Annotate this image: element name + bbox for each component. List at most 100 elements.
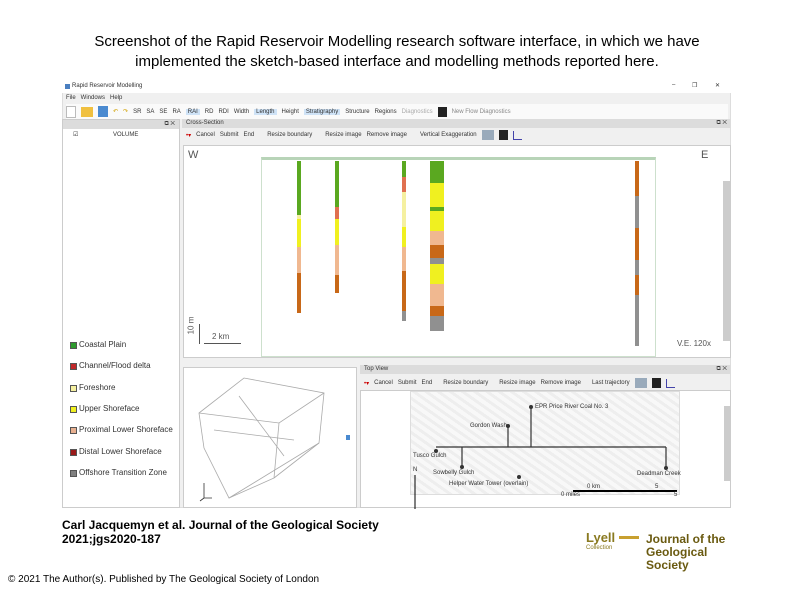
undo-icon[interactable]: ↶ bbox=[113, 108, 118, 115]
facies-interval bbox=[402, 271, 406, 311]
tool-stratigraphy[interactable]: Stratigraphy bbox=[303, 108, 341, 115]
redo-icon[interactable]: ↷ bbox=[123, 108, 128, 115]
well-log[interactable] bbox=[335, 161, 339, 293]
title-bar: Rapid Reservoir Modelling – ❐ ✕ bbox=[62, 80, 731, 93]
tool-new-flow-diagnostics[interactable]: New Flow Diagnostics bbox=[452, 109, 511, 115]
tool-width[interactable]: Width bbox=[234, 109, 249, 115]
map-label-tusco-gulch: Tusco Gulch bbox=[413, 453, 447, 459]
minimize-button[interactable]: – bbox=[672, 82, 675, 88]
end-button[interactable]: End bbox=[422, 380, 433, 386]
tool-sr[interactable]: SR bbox=[133, 109, 141, 115]
vertical-scale-label: 10 m bbox=[186, 316, 196, 335]
save-icon[interactable] bbox=[98, 106, 108, 117]
tool-rai[interactable]: RAI bbox=[185, 108, 200, 115]
section-frame bbox=[261, 157, 656, 357]
submit-button[interactable]: Submit bbox=[398, 380, 417, 386]
menu-file[interactable]: File bbox=[66, 95, 76, 101]
image-icon[interactable] bbox=[634, 378, 647, 388]
facies-interval bbox=[635, 196, 639, 228]
caption-line-2: implemented the sketch-based interface a… bbox=[135, 53, 659, 70]
legend-swatch bbox=[70, 427, 77, 434]
facies-interval bbox=[402, 161, 406, 177]
axes-icon[interactable] bbox=[665, 378, 675, 388]
well-log[interactable] bbox=[430, 161, 444, 331]
scroll-handle[interactable] bbox=[346, 435, 350, 440]
well-log[interactable] bbox=[297, 161, 301, 313]
menu-windows[interactable]: Windows bbox=[81, 95, 105, 101]
scale-miles-end: 5 bbox=[674, 492, 678, 498]
facies-interval bbox=[297, 219, 301, 247]
restore-button[interactable]: ❐ bbox=[692, 82, 697, 89]
last-trajectory-button[interactable]: Last trajectory bbox=[592, 380, 630, 386]
legend-swatch bbox=[70, 470, 77, 477]
app-icon bbox=[65, 84, 70, 89]
volume-box-3d bbox=[198, 377, 350, 502]
facies-interval bbox=[635, 228, 639, 260]
cross-section-canvas[interactable]: W E 10 m 2 km V.E. 120x bbox=[183, 145, 731, 358]
camera-icon[interactable] bbox=[498, 130, 508, 140]
end-button[interactable]: End bbox=[244, 132, 255, 138]
cancel-button[interactable]: Cancel bbox=[374, 380, 393, 386]
tool-regions[interactable]: Regions bbox=[375, 109, 397, 115]
tool-diagnostics[interactable]: Diagnostics bbox=[402, 109, 433, 115]
legend-swatch bbox=[70, 449, 77, 456]
legend-label: Distal Lower Shoreface bbox=[79, 447, 162, 456]
legend-item: Foreshore bbox=[70, 383, 175, 393]
remove-image-button[interactable]: Remove image bbox=[367, 132, 407, 138]
tool-structure[interactable]: Structure bbox=[345, 109, 369, 115]
tool-sa[interactable]: SA bbox=[146, 109, 154, 115]
tool-se[interactable]: SE bbox=[159, 109, 167, 115]
cross-section-header: Cross-Section ⧉ ✕ bbox=[182, 119, 731, 128]
cancel-button[interactable]: Cancel bbox=[196, 132, 215, 138]
horizontal-scale-label: 2 km bbox=[212, 332, 230, 341]
facies-interval bbox=[430, 264, 444, 284]
well-log[interactable] bbox=[635, 161, 639, 346]
vertical-exaggeration-button[interactable]: Vertical Exaggeration bbox=[420, 132, 477, 138]
panel-controls[interactable]: ⧉ ✕ bbox=[716, 119, 731, 128]
main-toolbar: ↶ ↷ SR SA SE RA RAI RD RDI Width Length … bbox=[66, 104, 728, 119]
west-label: W bbox=[188, 149, 199, 161]
cross-section-toolbar: •▾ Cancel Submit End Resize boundary Res… bbox=[186, 130, 522, 140]
submit-button[interactable]: Submit bbox=[220, 132, 239, 138]
tool-rd[interactable]: RD bbox=[205, 109, 214, 115]
vertical-scrollbar[interactable] bbox=[724, 406, 730, 481]
facies-interval bbox=[430, 284, 444, 306]
map-label-helper: Helper Water Tower (overlain) bbox=[449, 481, 529, 487]
map-label-sowbelly-gulch: Sowbelly Gulch bbox=[433, 470, 475, 476]
cross-section-title: Cross-Section bbox=[186, 120, 224, 126]
legend-item: Channel/Flood delta bbox=[70, 361, 175, 371]
camera-icon[interactable] bbox=[437, 106, 447, 117]
tool-height[interactable]: Height bbox=[282, 109, 299, 115]
well-log[interactable] bbox=[402, 161, 406, 321]
top-view-canvas[interactable]: EPR Price River Coal No. 3 Gordon Wash T… bbox=[360, 390, 731, 509]
facies-interval bbox=[335, 275, 339, 293]
resize-boundary-button[interactable]: Resize boundary bbox=[267, 132, 312, 138]
resize-image-button[interactable]: Resize image bbox=[499, 380, 535, 386]
panel-controls[interactable]: ⧉ ✕ bbox=[716, 365, 731, 374]
resize-image-button[interactable]: Resize image bbox=[325, 132, 361, 138]
facies-interval bbox=[430, 231, 444, 245]
3d-view[interactable] bbox=[183, 367, 357, 508]
axes-icon[interactable] bbox=[512, 130, 522, 140]
volume-checkbox[interactable]: ☑ bbox=[73, 131, 78, 138]
sketch-dropdown[interactable]: •▾ bbox=[364, 380, 369, 387]
facies-interval bbox=[430, 245, 444, 258]
menu-help[interactable]: Help bbox=[110, 95, 122, 101]
facies-interval bbox=[402, 247, 406, 271]
new-file-icon[interactable] bbox=[66, 105, 76, 118]
vertical-scrollbar[interactable] bbox=[723, 181, 730, 341]
tool-ra[interactable]: RA bbox=[172, 109, 180, 115]
citation: Carl Jacquemyn et al. Journal of the Geo… bbox=[62, 518, 379, 546]
remove-image-button[interactable]: Remove image bbox=[541, 380, 581, 386]
legend-item: Coastal Plain bbox=[70, 340, 175, 350]
sketch-dropdown[interactable]: •▾ bbox=[186, 132, 191, 139]
image-icon[interactable] bbox=[481, 130, 494, 140]
logo-collection: Collection bbox=[586, 545, 613, 551]
tool-rdi[interactable]: RDI bbox=[218, 109, 228, 115]
close-button[interactable]: ✕ bbox=[715, 82, 720, 89]
resize-boundary-button[interactable]: Resize boundary bbox=[443, 380, 488, 386]
open-folder-icon[interactable] bbox=[81, 106, 93, 117]
tool-length[interactable]: Length bbox=[254, 108, 277, 115]
facies-interval bbox=[402, 177, 406, 192]
camera-icon[interactable] bbox=[651, 378, 661, 388]
